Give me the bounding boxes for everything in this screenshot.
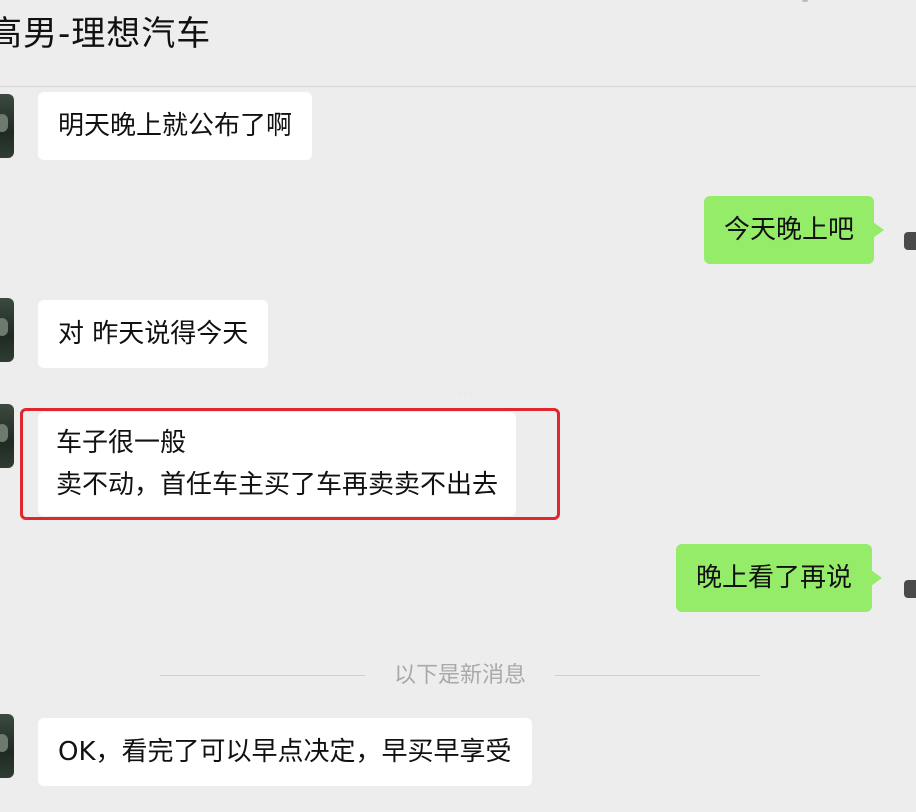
incoming-message-bubble[interactable]: 明天晚上就公布了啊 [38,92,313,160]
message-text: 明天晚上就公布了啊 [58,111,293,141]
contact-avatar[interactable] [0,404,14,468]
message-list[interactable]: 明天晚上就公布了啊 今天晚上吧 对 昨天说得今天 车子很一般 卖不动，首任车主买… [0,86,916,812]
message-text: OK，看完了可以早点决定，早买早享受 [58,737,512,767]
incoming-message-bubble[interactable]: 对 昨天说得今天 [38,300,269,368]
message-text: 对 昨天说得今天 [58,319,249,349]
contact-avatar[interactable] [0,714,14,778]
outgoing-message-bubble[interactable]: 今天晚上吧 [704,196,885,264]
self-avatar[interactable] [904,232,916,250]
message-text: 晚上看了再说 [696,563,853,593]
message-text: 今天晚上吧 [724,215,855,245]
chat-header: 高男-理想汽车 [0,0,916,87]
highlight-box [20,408,560,520]
more-options-icon[interactable] [802,0,808,2]
incoming-message-bubble[interactable]: OK，看完了可以早点决定，早买早享受 [38,718,532,786]
divider-label: 以下是新消息 [393,663,526,688]
new-messages-divider: 以下是新消息 [160,656,760,696]
self-avatar[interactable] [904,580,916,598]
contact-avatar[interactable] [0,94,14,158]
contact-avatar[interactable] [0,298,14,362]
watermark: ··· [458,384,474,403]
chat-title: 高男-理想汽车 [0,14,212,54]
outgoing-message-bubble[interactable]: 晚上看了再说 [676,544,883,612]
divider-rule [555,675,760,676]
